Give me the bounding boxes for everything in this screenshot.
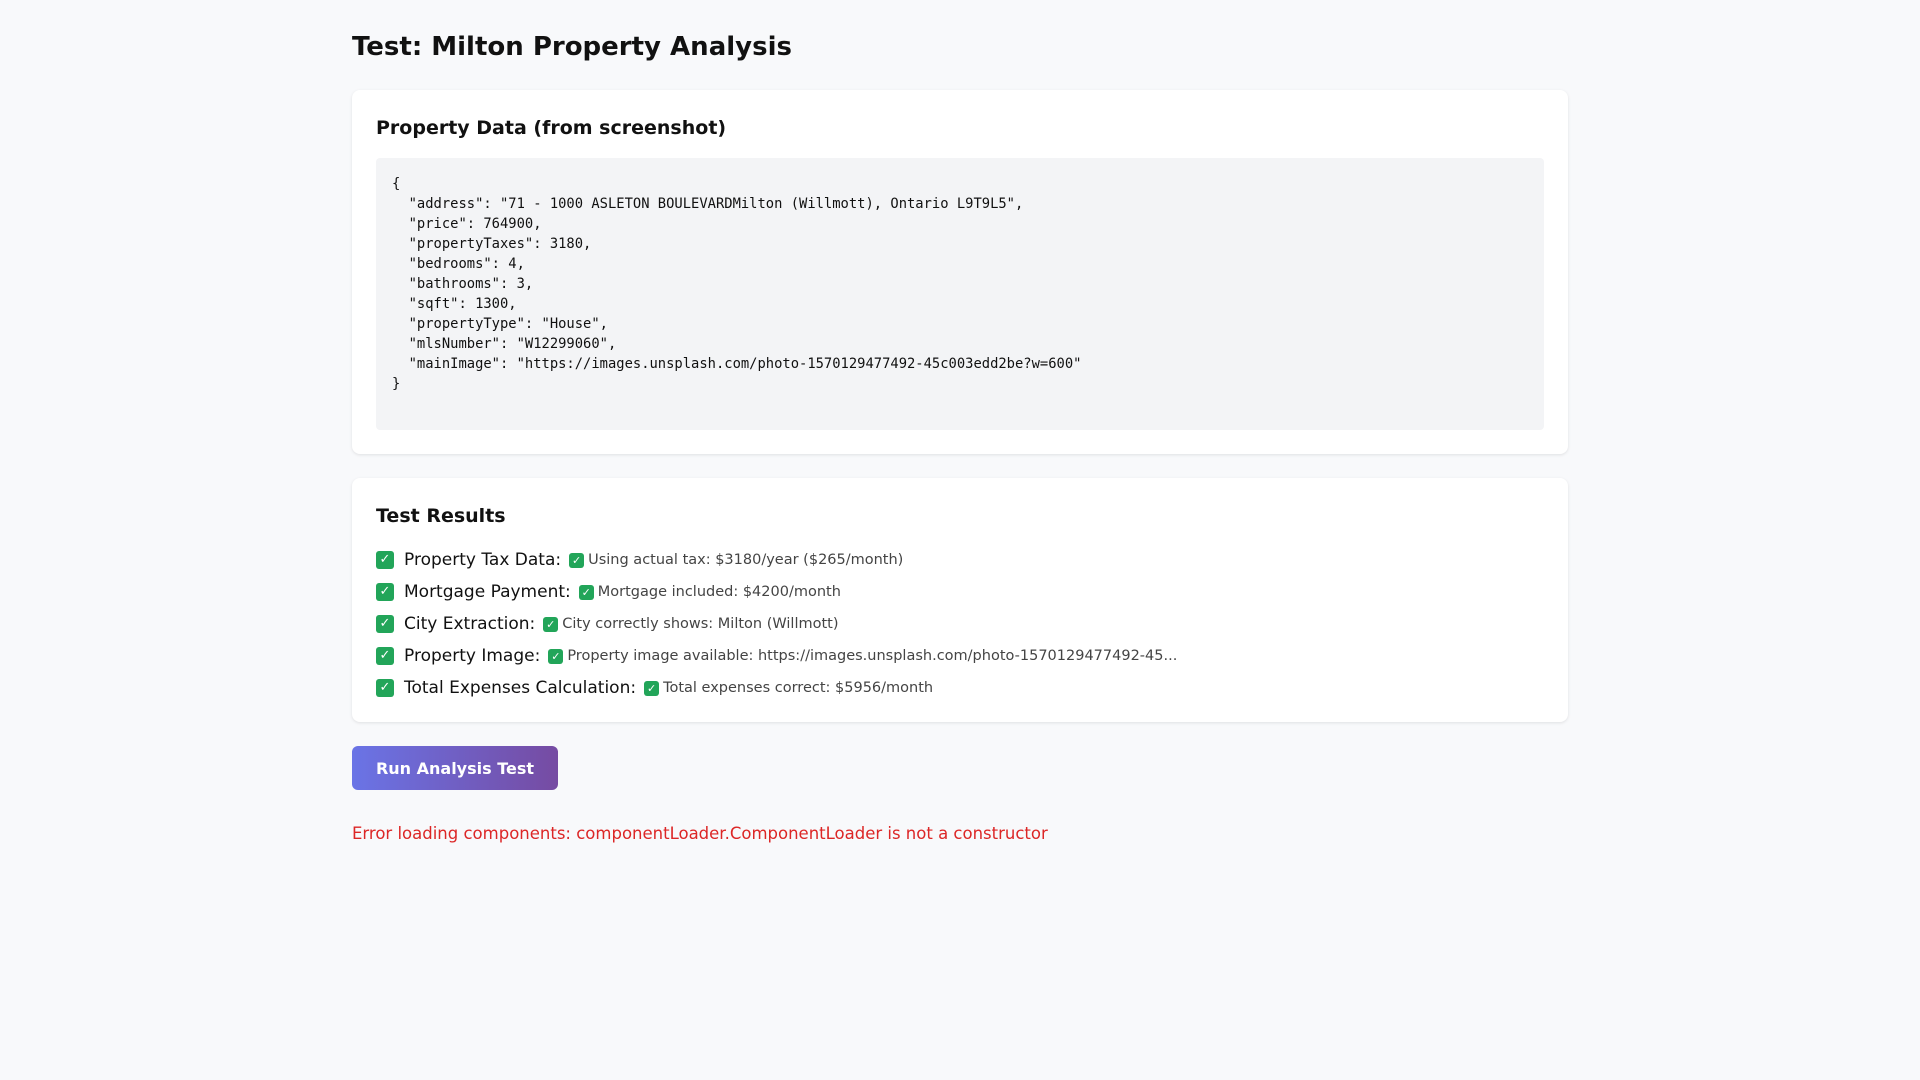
result-item: ✓ Property Tax Data: ✓ Using actual tax:… bbox=[376, 544, 1544, 576]
property-json-code: { "address": "71 - 1000 ASLETON BOULEVAR… bbox=[376, 158, 1544, 430]
check-mark-icon: ✓ bbox=[578, 584, 594, 600]
check-mark-icon: ✓ bbox=[548, 648, 564, 664]
property-data-card: Property Data (from screenshot) { "addre… bbox=[352, 90, 1568, 454]
result-value: Mortgage included: $4200/month bbox=[597, 584, 841, 600]
check-mark-icon: ✓ bbox=[376, 551, 394, 569]
results-list: ✓ Property Tax Data: ✓ Using actual tax:… bbox=[376, 544, 1544, 704]
check-mark-icon: ✓ bbox=[644, 680, 660, 696]
page-title: Test: Milton Property Analysis bbox=[352, 32, 792, 62]
check-mark-icon: ✓ bbox=[376, 615, 394, 633]
result-value: Total expenses correct: $5956/month bbox=[663, 680, 934, 696]
result-label: Property Tax Data: bbox=[404, 550, 562, 570]
check-mark-icon: ✓ bbox=[376, 583, 394, 601]
check-mark-icon: ✓ bbox=[376, 679, 394, 697]
test-results-card: Test Results ✓ Property Tax Data: ✓ Usin… bbox=[352, 478, 1568, 722]
result-item: ✓ City Extraction: ✓ City correctly show… bbox=[376, 608, 1544, 640]
result-item: ✓ Mortgage Payment: ✓ Mortgage included:… bbox=[376, 576, 1544, 608]
test-results-heading: Test Results bbox=[376, 505, 506, 527]
result-label: City Extraction: bbox=[404, 614, 536, 634]
result-value: Property image available: https://images… bbox=[567, 648, 1178, 664]
check-mark-icon: ✓ bbox=[543, 616, 559, 632]
result-item: ✓ Total Expenses Calculation: ✓ Total ex… bbox=[376, 672, 1544, 704]
result-label: Mortgage Payment: bbox=[404, 582, 571, 602]
error-message: Error loading components: componentLoade… bbox=[352, 824, 1048, 843]
check-mark-icon: ✓ bbox=[569, 552, 585, 568]
result-item: ✓ Property Image: ✓ Property image avail… bbox=[376, 640, 1544, 672]
run-analysis-test-button[interactable]: Run Analysis Test bbox=[352, 746, 558, 790]
result-value: City correctly shows: Milton (Willmott) bbox=[562, 616, 839, 632]
check-mark-icon: ✓ bbox=[376, 647, 394, 665]
main-container: Test: Milton Property Analysis Property … bbox=[352, 0, 1568, 843]
result-label: Property Image: bbox=[404, 646, 541, 666]
result-value: Using actual tax: $3180/year ($265/month… bbox=[588, 552, 904, 568]
result-label: Total Expenses Calculation: bbox=[404, 678, 637, 698]
property-data-heading: Property Data (from screenshot) bbox=[376, 117, 727, 139]
